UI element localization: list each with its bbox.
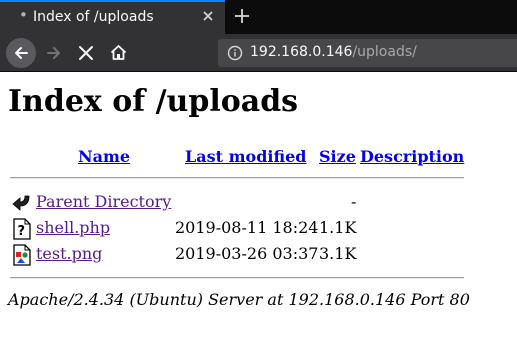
parent-directory-link[interactable]: Parent Directory	[36, 192, 171, 211]
entry-size: -	[351, 192, 357, 211]
page-title: Index of /uploads	[8, 84, 299, 119]
divider	[10, 177, 464, 179]
server-signature: Apache/2.4.34 (Ubuntu) Server at 192.168…	[8, 290, 470, 309]
new-tab-icon[interactable]	[232, 6, 252, 26]
url-host: 192.168.0.146	[250, 44, 353, 60]
divider	[10, 277, 464, 279]
listing-row-test-png: test.png 2019-03-26 03:37 3.1K	[0, 242, 517, 266]
back-button[interactable]	[6, 38, 36, 68]
sort-by-size-link[interactable]: Size	[319, 147, 356, 166]
sort-by-last-modified-link[interactable]: Last modified	[185, 147, 306, 166]
back-icon	[12, 195, 30, 211]
url-text: 192.168.0.146/uploads/	[250, 44, 417, 60]
close-tab-icon[interactable]	[201, 9, 215, 23]
forward-arrow-icon[interactable]	[45, 44, 63, 62]
tab-title: Index of /uploads	[33, 9, 154, 25]
entry-date: 2019-08-11 18:24	[175, 218, 319, 237]
image-file-icon	[13, 244, 31, 266]
sort-by-description-link[interactable]: Description	[360, 147, 464, 166]
url-bar[interactable]: 192.168.0.146/uploads/	[218, 39, 517, 67]
file-link-test-png[interactable]: test.png	[36, 244, 102, 263]
page-content: Index of /uploads Name Last modified Siz…	[0, 73, 517, 363]
loading-dot-icon: •	[19, 6, 28, 24]
entry-size: 3.1K	[319, 244, 357, 263]
listing-row-shell-php: ? shell.php 2019-08-11 18:24 1.1K	[0, 216, 517, 240]
entry-date: 2019-03-26 03:37	[175, 244, 319, 263]
home-icon[interactable]	[109, 43, 128, 62]
entry-size: 1.1K	[319, 218, 357, 237]
site-info-icon[interactable]	[227, 45, 243, 61]
tab-strip: • Index of /uploads	[0, 0, 517, 34]
unknown-file-icon: ?	[13, 218, 31, 240]
listing-row-parent: Parent Directory -	[0, 190, 517, 214]
navigation-toolbar: 192.168.0.146/uploads/	[0, 34, 517, 72]
svg-text:?: ?	[18, 224, 26, 239]
sort-by-name-link[interactable]: Name	[78, 147, 130, 166]
back-arrow-icon	[15, 47, 28, 59]
tab-active[interactable]: • Index of /uploads	[0, 0, 225, 34]
stop-loading-icon[interactable]	[77, 44, 95, 62]
file-link-shell-php[interactable]: shell.php	[36, 218, 110, 237]
url-path: /uploads/	[352, 44, 417, 60]
